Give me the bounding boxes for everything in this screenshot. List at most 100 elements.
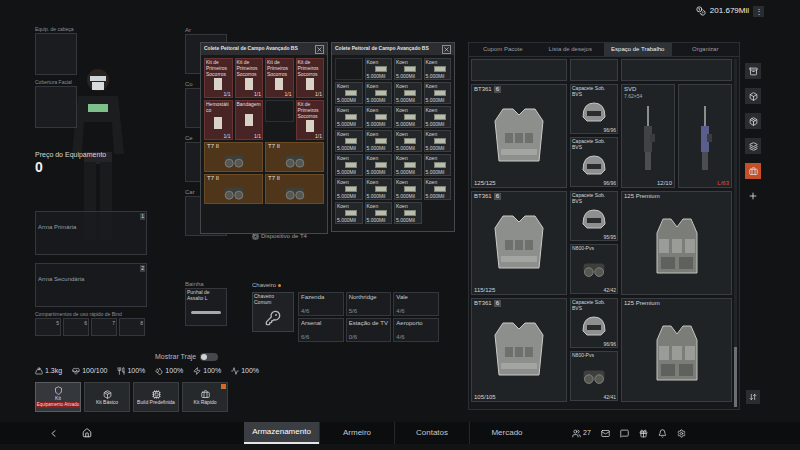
empty-cell[interactable] [265,100,294,122]
menu-button[interactable]: ⋮ [753,6,764,17]
money-item[interactable]: Koen5.000Mil [365,106,393,128]
side-tab[interactable] [745,88,761,104]
money-item[interactable]: Koen5.000Mil [424,178,452,200]
nvg-item[interactable]: T7 II [204,174,263,204]
quick-slot[interactable]: 7 [91,318,117,336]
weapon-slot[interactable]: Arma Primária1 [35,211,147,255]
money-item[interactable]: Koen5.000Mil [394,154,422,176]
rifle-item[interactable]: L/63 [678,84,732,188]
med-item[interactable]: Bandagem1/1 [235,100,264,140]
money-item[interactable]: Koen5.000Mil [365,82,393,104]
med-item[interactable]: Kit de Primeiros Socorros1/1 [296,58,325,98]
money-item[interactable]: Koen5.000Mil [335,82,363,104]
key-category[interactable]: Estação de TV0/6 [346,318,392,342]
nvg-item[interactable]: T7 II [265,174,324,204]
back-button[interactable] [46,426,60,440]
main-tab[interactable]: Armeiro [319,422,394,444]
helmet-item[interactable]: Capacete Sob. BVS96/96 [570,137,618,187]
money-item[interactable]: Koen5.000Mil [424,58,452,80]
nvg-item[interactable]: N800-Pvs42/41 [570,351,618,401]
money-item[interactable]: Koen5.000Mil [394,130,422,152]
money-item[interactable]: Koen5.000Mil [335,202,363,224]
med-item[interactable]: Kit de Primeiros Socorros1/1 [235,58,264,98]
med-item[interactable]: Hemostático1/1 [204,100,233,140]
weapon-slot[interactable]: Arma Secundária2 [35,263,147,307]
helmet-item[interactable]: Capacete Sob. BVS95/95 [570,191,618,241]
home-button[interactable] [80,426,94,440]
side-tab[interactable] [745,163,761,179]
money-item[interactable]: Koen5.000Mil [335,130,363,152]
container-window[interactable]: Colete Peitoral de Campo Avançado BSKoen… [331,42,455,232]
add-tab-button[interactable] [745,188,761,204]
side-tab[interactable] [745,138,761,154]
rifle-item[interactable]: SVD7.62×5412/10 [621,84,675,188]
key-category[interactable]: Arsenal6/6 [298,318,344,342]
main-tab[interactable]: Mercado [469,422,544,444]
rig-item[interactable]: 125 Premium [621,298,732,402]
key-category[interactable]: Fazenda4/6 [298,292,344,316]
money-item[interactable]: Koen5.000Mil [394,58,422,80]
mail-icon[interactable] [601,429,610,438]
storage-tab[interactable]: Espaço de Trabalho [604,43,672,56]
money-item[interactable]: Koen5.000Mil [394,106,422,128]
main-tab[interactable]: Armazenamento [244,422,319,444]
money-item[interactable]: Koen5.000Mil [365,154,393,176]
money-item[interactable]: Koen5.000Mil [365,178,393,200]
money-item[interactable]: Koen5.000Mil [424,82,452,104]
storage-tab[interactable]: Lista de desejos [537,43,605,56]
storage-tab[interactable]: Organizar [672,43,740,56]
rig-item[interactable]: 125 Premium [621,191,732,295]
key-category[interactable]: Aeroporto4/6 [393,318,439,342]
scrollbar-thumb[interactable] [734,347,737,407]
nvg-item[interactable]: T7 II [204,142,263,172]
close-button[interactable] [315,45,324,54]
money-item[interactable]: Koen5.000Mil [394,202,422,224]
nvg-item[interactable]: T7 II [265,142,324,172]
med-item[interactable]: Kit de Primeiros Socorros1/1 [265,58,294,98]
sheath-slot[interactable]: Punhal de Assalto L [185,288,227,326]
keychain-slot[interactable]: Chaveiro Comum [252,292,294,332]
head-slot[interactable] [35,33,77,75]
show-outfit-toggle[interactable]: Mostrar Traje [155,352,247,363]
kit-button[interactable]: Kit Básico [84,382,130,412]
container-window[interactable]: Colete Peitoral de Campo Avançado BSKit … [200,42,328,234]
side-tab[interactable] [745,63,761,79]
close-button[interactable] [442,45,451,54]
friends[interactable]: 27 [572,428,591,439]
storage-tab[interactable]: Cupom Pacote [469,43,537,56]
side-tab[interactable] [745,113,761,129]
empty-cell[interactable] [335,58,363,80]
helmet-item[interactable]: Capacete Sob. BVS96/96 [570,298,618,348]
money-item[interactable]: Koen5.000Mil [394,82,422,104]
armor-item[interactable]: BT3616125/125 [471,84,567,188]
money-item[interactable]: Koen5.000Mil [335,178,363,200]
bell-icon[interactable] [658,429,667,438]
money-item[interactable]: Koen5.000Mil [335,106,363,128]
nvg-item[interactable]: N800-Pvs42/42 [570,244,618,294]
money-item[interactable]: Koen5.000Mil [424,130,452,152]
sort-button[interactable] [746,390,760,404]
gift-icon[interactable] [639,429,648,438]
med-item[interactable]: Kit de Primeiros Socorros1/1 [204,58,233,98]
quick-slot[interactable]: 6 [63,318,89,336]
money-item[interactable]: Koen5.000Mil [335,154,363,176]
money-item[interactable]: Koen5.000Mil [424,154,452,176]
kit-button[interactable]: KitEquipamento Ativado [35,382,81,412]
money-item[interactable]: Koen5.000Mil [424,106,452,128]
scrollbar[interactable] [734,59,737,407]
chat-icon[interactable] [620,429,629,438]
kit-button[interactable]: Kit Rápido [182,382,228,412]
quick-slot[interactable]: 8 [119,318,145,336]
money-item[interactable]: Koen5.000Mil [365,202,393,224]
kit-button[interactable]: Build Predefinida [133,382,179,412]
money-item[interactable]: Koen5.000Mil [365,130,393,152]
money-item[interactable]: Koen5.000Mil [365,58,393,80]
armor-item[interactable]: BT3616115/125 [471,191,567,295]
quick-slot[interactable]: 5 [35,318,61,336]
helmet-item[interactable]: Capacete Sob. BVS96/96 [570,84,618,134]
med-item[interactable]: Kit de Primeiros Socorros1/1 [296,100,325,140]
armor-item[interactable]: BT3616105/105 [471,298,567,402]
money-item[interactable]: Koen5.000Mil [394,178,422,200]
key-category[interactable]: Vale4/6 [393,292,439,316]
main-tab[interactable]: Contatos [394,422,469,444]
